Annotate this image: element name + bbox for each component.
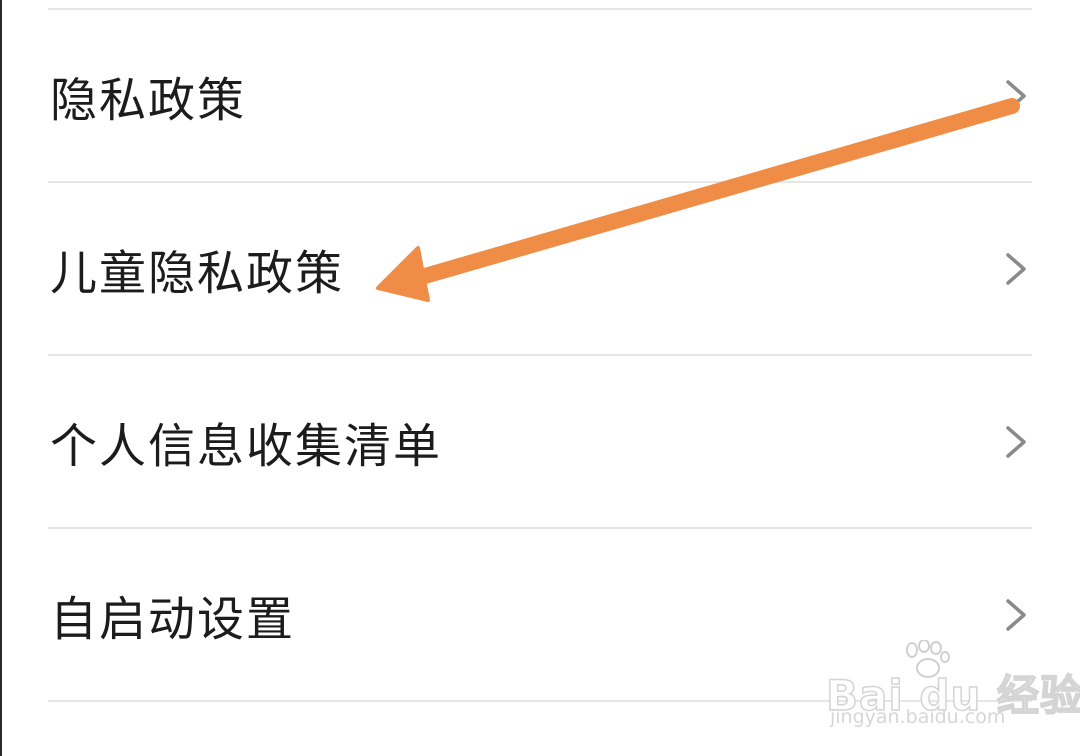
watermark: Bai du 经验 jingyan.baidu.com (825, 640, 1080, 736)
settings-item-label: 个人信息收集清单 (50, 419, 442, 475)
settings-item-privacy-policy[interactable]: 隐私政策 (0, 10, 1080, 182)
settings-item-personal-info-list[interactable]: 个人信息收集清单 (0, 356, 1080, 528)
settings-item-children-privacy-policy[interactable]: 儿童隐私政策 (0, 183, 1080, 355)
chevron-right-icon (1006, 80, 1026, 112)
watermark-url: jingyan.baidu.com (830, 706, 1006, 728)
chevron-right-icon (1006, 426, 1026, 458)
chevron-right-icon (1006, 253, 1026, 285)
settings-item-label: 隐私政策 (50, 73, 246, 129)
settings-item-label: 儿童隐私政策 (50, 246, 344, 302)
chevron-right-icon (1006, 599, 1026, 631)
settings-item-label: 自启动设置 (50, 592, 295, 648)
settings-screen: 隐私政策 儿童隐私政策 个人信息收集清单 自启动设置 Bai du 经验 jin… (0, 0, 1080, 756)
